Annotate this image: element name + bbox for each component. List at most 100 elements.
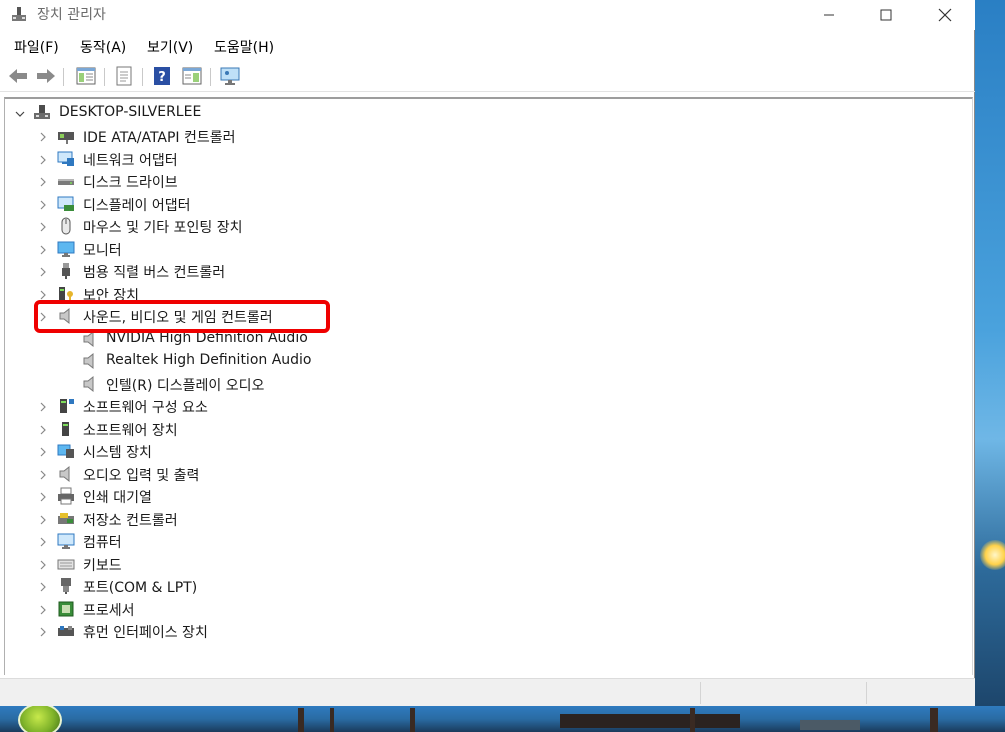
computer-icon: [57, 533, 75, 549]
tree-item-category[interactable]: 범용 직렬 버스 컨트롤러: [83, 262, 225, 282]
desktop-decor: [330, 708, 334, 732]
chevron-right-icon[interactable]: [38, 245, 48, 255]
tree-item-category[interactable]: 키보드: [83, 555, 122, 575]
chevron-right-icon[interactable]: [38, 582, 48, 592]
back-button[interactable]: [6, 64, 30, 88]
storage-controller-icon: [58, 513, 74, 524]
processor-icon: [58, 601, 74, 617]
tree-item-device[interactable]: Realtek High Definition Audio: [106, 352, 312, 368]
forward-button[interactable]: [34, 64, 58, 88]
desktop-decor: [298, 708, 304, 732]
tree-item-category[interactable]: 소프트웨어 장치: [83, 420, 178, 440]
tree-root-label[interactable]: DESKTOP-SILVERLEE: [59, 104, 201, 120]
software-component-icon: [60, 399, 74, 413]
desktop-decor: [560, 714, 740, 728]
chevron-right-icon[interactable]: [38, 402, 48, 412]
chevron-down-icon[interactable]: [15, 109, 25, 119]
toolbar-separator: [104, 68, 105, 86]
menu-view[interactable]: 보기(V): [147, 37, 193, 57]
tree-item-category[interactable]: 휴먼 인터페이스 장치: [83, 622, 208, 642]
properties-icon: [116, 66, 132, 86]
chevron-right-icon[interactable]: [38, 560, 48, 570]
show-hide-console-tree-button[interactable]: [74, 64, 98, 88]
chevron-right-icon[interactable]: [38, 177, 48, 187]
close-icon: [938, 8, 952, 22]
desktop-shortcut-icon[interactable]: [18, 703, 62, 732]
toolbar-separator: [142, 68, 143, 86]
tree-item-category[interactable]: 네트워크 어댑터: [83, 150, 178, 170]
highlight-annotation: [34, 300, 330, 333]
tree-item-category[interactable]: 모니터: [83, 240, 122, 260]
toolbar: ?: [0, 60, 975, 92]
tree-item-category[interactable]: IDE ATA/ATAPI 컨트롤러: [83, 127, 236, 147]
tree-item-category[interactable]: 포트(COM & LPT): [83, 577, 197, 597]
desktop-sun: [980, 540, 1005, 570]
help-icon: ?: [154, 67, 170, 85]
close-button[interactable]: [922, 0, 968, 30]
computer-root-icon: [34, 105, 50, 119]
minimize-button[interactable]: [806, 0, 852, 30]
scan-monitor-icon: [220, 67, 240, 85]
desktop-decor: [410, 708, 415, 732]
tree-item-category[interactable]: 디스플레이 어댑터: [83, 195, 191, 215]
chevron-right-icon[interactable]: [38, 267, 48, 277]
chevron-right-icon[interactable]: [38, 627, 48, 637]
chevron-right-icon[interactable]: [38, 155, 48, 165]
scan-hardware-button[interactable]: [218, 64, 242, 88]
maximize-icon: [880, 9, 892, 21]
chevron-right-icon[interactable]: [38, 537, 48, 547]
chevron-right-icon[interactable]: [38, 132, 48, 142]
tree-item-category[interactable]: 시스템 장치: [83, 442, 152, 462]
port-icon: [61, 578, 71, 594]
status-cell: [700, 682, 866, 704]
usb-icon: [62, 263, 70, 279]
printer-icon: [58, 487, 74, 505]
chevron-right-icon[interactable]: [38, 492, 48, 502]
console-tree-icon: [76, 67, 96, 85]
ide-controller-icon: [58, 132, 74, 144]
tree-item-device[interactable]: 인텔(R) 디스플레이 오디오: [106, 375, 264, 395]
monitor-icon: [57, 241, 75, 257]
desktop-background: [975, 0, 1005, 732]
desktop-decor: [690, 708, 695, 732]
chevron-right-icon[interactable]: [38, 470, 48, 480]
chevron-right-icon[interactable]: [38, 290, 48, 300]
device-manager-app-icon: [12, 7, 26, 21]
menu-action[interactable]: 동작(A): [80, 37, 126, 57]
software-device-icon: [62, 422, 69, 436]
tree-item-category[interactable]: 인쇄 대기열: [83, 487, 152, 507]
properties-button[interactable]: [112, 64, 136, 88]
tree-item-category[interactable]: 디스크 드라이브: [83, 172, 178, 192]
tree-item-category[interactable]: 컴퓨터: [83, 532, 122, 552]
chevron-right-icon[interactable]: [38, 605, 48, 615]
chevron-right-icon[interactable]: [38, 447, 48, 457]
forward-arrow-icon: [37, 69, 55, 83]
toolbar-separator: [63, 68, 64, 86]
status-bar: [0, 678, 975, 706]
chevron-right-icon[interactable]: [38, 222, 48, 232]
desktop-decor: [800, 720, 860, 730]
maximize-button[interactable]: [863, 0, 909, 30]
speaker-icon: [83, 375, 94, 393]
tree-item-category[interactable]: 소프트웨어 구성 요소: [83, 397, 208, 417]
tree-item-category[interactable]: 마우스 및 기타 포인팅 장치: [83, 217, 242, 237]
title-bar[interactable]: 장치 관리자: [0, 0, 975, 30]
tree-item-category[interactable]: 저장소 컨트롤러: [83, 510, 178, 530]
tree-item-category[interactable]: 프로세서: [83, 600, 135, 620]
tree-item-category[interactable]: 오디오 입력 및 출력: [83, 465, 199, 485]
status-cell: [866, 682, 974, 704]
mouse-icon: [61, 217, 71, 235]
device-manager-window: 장치 관리자 파일(F) 동작(A) 보기(V) 도움말(H) ? DESKTO…: [0, 0, 975, 706]
menu-file[interactable]: 파일(F): [14, 37, 59, 57]
desktop-decor: [930, 708, 938, 732]
menu-bar: 파일(F) 동작(A) 보기(V) 도움말(H): [0, 34, 975, 58]
help-button[interactable]: ?: [150, 64, 174, 88]
chevron-right-icon[interactable]: [38, 425, 48, 435]
device-tree[interactable]: DESKTOP-SILVERLEE IDE ATA/ATAPI 컨트롤러네트워크…: [4, 97, 973, 675]
minimize-icon: [824, 14, 834, 16]
menu-help[interactable]: 도움말(H): [214, 37, 274, 57]
action-pane-icon: [182, 67, 202, 85]
action-pane-button[interactable]: [180, 64, 204, 88]
chevron-right-icon[interactable]: [38, 515, 48, 525]
chevron-right-icon[interactable]: [38, 200, 48, 210]
